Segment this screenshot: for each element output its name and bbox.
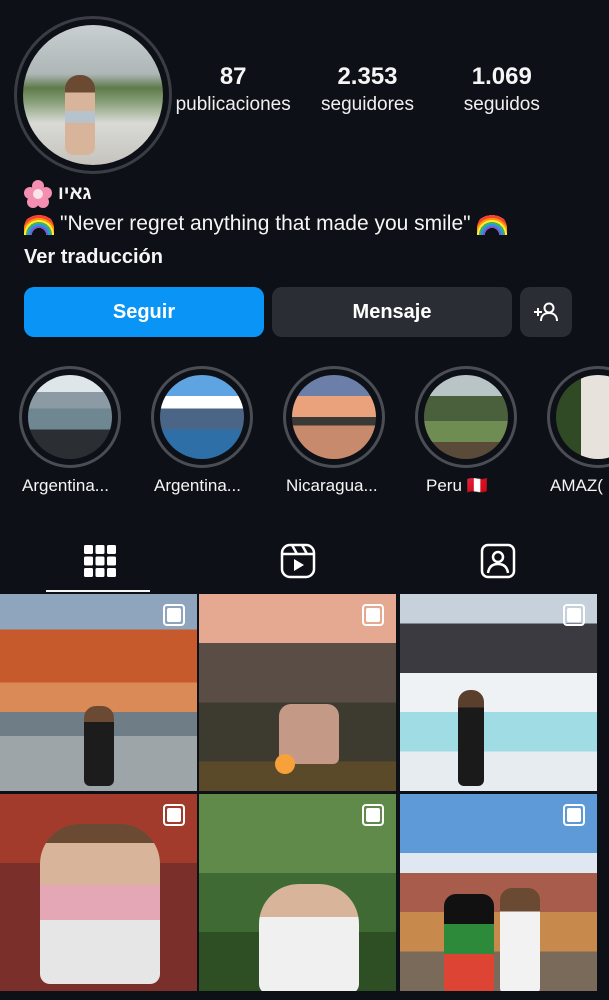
post-thumbnail[interactable]: [0, 794, 197, 991]
profile-tabs: [0, 530, 609, 592]
highlight-label: Peru 🇵🇪: [426, 476, 488, 495]
multiple-photos-icon: [163, 804, 185, 826]
translate-link[interactable]: Ver traducción: [24, 246, 163, 269]
avatar-person-figure: [65, 75, 95, 155]
highlight-item[interactable]: AMAZ(: [546, 366, 609, 496]
post-thumbnail[interactable]: [199, 794, 396, 991]
profile-name-row: גאיו: [24, 180, 92, 208]
highlight-label: Argentina...: [154, 476, 241, 495]
tab-reels[interactable]: [198, 530, 398, 592]
post-thumbnail[interactable]: [0, 594, 197, 791]
tagged-icon: [480, 543, 516, 579]
stat-posts-label: publicaciones: [175, 94, 291, 115]
stat-posts[interactable]: 87 publicaciones: [166, 62, 300, 118]
profile-bio-text: "Never regret anything that made you smi…: [60, 212, 471, 235]
follow-button[interactable]: Seguir: [24, 287, 264, 337]
stat-followers-count: 2.353: [337, 63, 398, 90]
highlight-item[interactable]: Argentina...: [18, 366, 122, 496]
highlight-item[interactable]: Argentina...: [150, 366, 254, 496]
add-person-icon: [534, 302, 558, 322]
multiple-photos-icon: [163, 604, 185, 626]
post-thumbnail[interactable]: [199, 594, 396, 791]
stat-posts-count: 87: [219, 63, 247, 90]
post-person: [84, 706, 114, 786]
highlight-item[interactable]: Peru 🇵🇪: [414, 366, 518, 496]
highlight-item[interactable]: Nicaragua...: [282, 366, 386, 496]
stat-following[interactable]: 1.069 seguidos: [435, 62, 569, 118]
post-person: [500, 888, 540, 991]
highlight-cover: [160, 375, 244, 459]
highlight-ring: [19, 366, 121, 468]
story-highlights: Argentina... Argentina... Nicaragua... P…: [0, 366, 609, 506]
highlight-ring: [151, 366, 253, 468]
multiple-photos-icon: [563, 604, 585, 626]
highlight-cover: [292, 375, 376, 459]
highlight-cover: [556, 375, 609, 459]
highlight-label: Argentina...: [22, 476, 109, 495]
post-person: [458, 690, 484, 786]
reels-icon: [280, 543, 316, 579]
highlight-label: Nicaragua...: [286, 476, 378, 495]
post-thumbnail[interactable]: [400, 594, 597, 791]
highlight-ring: [415, 366, 517, 468]
post-person: [259, 884, 359, 991]
campfire: [275, 754, 295, 774]
highlight-ring: [283, 366, 385, 468]
post-person: [444, 894, 494, 991]
highlight-ring: [547, 366, 609, 468]
profile-avatar-ring[interactable]: [14, 16, 172, 174]
profile-stats: 87 publicaciones 2.353 seguidores 1.069 …: [166, 62, 569, 118]
stat-followers-label: seguidores: [321, 94, 414, 115]
profile-name: גאיו: [58, 183, 92, 204]
post-thumbnail[interactable]: [400, 794, 597, 991]
post-person: [40, 824, 160, 984]
tab-tagged[interactable]: [398, 530, 598, 592]
suggest-people-button[interactable]: [520, 287, 572, 337]
message-button[interactable]: Mensaje: [272, 287, 512, 337]
stat-followers[interactable]: 2.353 seguidores: [300, 62, 434, 118]
grid-icon: [84, 545, 116, 577]
profile-avatar: [23, 25, 163, 165]
profile-bio: "Never regret anything that made you smi…: [24, 212, 507, 236]
stat-following-label: seguidos: [463, 94, 540, 115]
tab-posts-grid[interactable]: [0, 530, 200, 592]
stat-following-count: 1.069: [471, 63, 532, 90]
cherry-blossom-icon: [24, 180, 52, 208]
rainbow-icon: [24, 213, 54, 235]
rainbow-icon: [476, 213, 507, 235]
highlight-cover: [424, 375, 508, 459]
active-tab-indicator: [46, 590, 150, 592]
multiple-photos-icon: [362, 804, 384, 826]
highlight-cover: [28, 375, 112, 459]
multiple-photos-icon: [362, 604, 384, 626]
highlight-label: AMAZ(: [550, 476, 603, 495]
multiple-photos-icon: [563, 804, 585, 826]
posts-grid: [0, 594, 609, 1000]
